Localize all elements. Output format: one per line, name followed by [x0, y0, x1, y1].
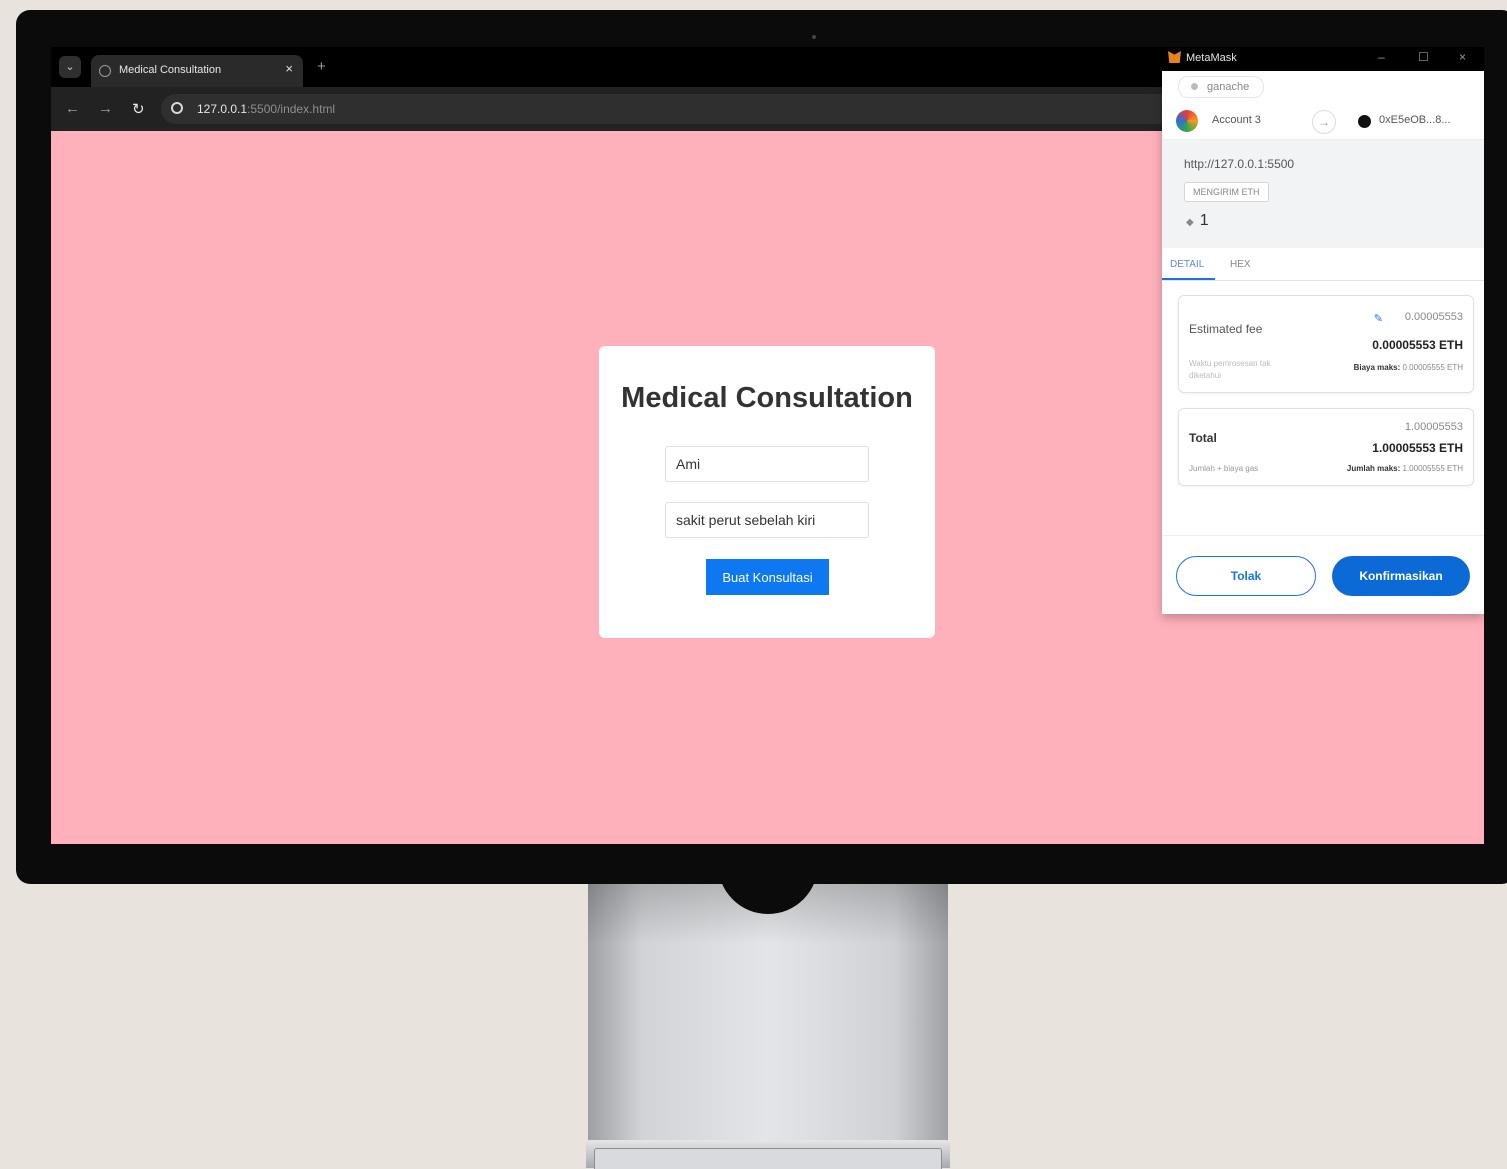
account-row: Account 3 → 0xE5eOB...8...: [1162, 103, 1484, 140]
fee-max: Biaya maks: 0.00005555 ETH: [1353, 363, 1463, 372]
patient-name-input[interactable]: [665, 446, 869, 482]
reject-button[interactable]: Tolak: [1176, 556, 1316, 596]
camera: [812, 35, 816, 39]
stand-base: [586, 1140, 950, 1169]
close-icon[interactable]: ×: [1459, 50, 1466, 64]
total-box: Total 1.00005553 1.00005553 ETH Jumlah +…: [1178, 408, 1474, 486]
create-consultation-button[interactable]: Buat Konsultasi: [706, 559, 829, 595]
recipient-avatar: [1358, 115, 1371, 128]
total-label: Total: [1189, 431, 1217, 445]
recipient-address[interactable]: 0xE5eOB...8...: [1379, 114, 1451, 126]
page-title: Medical Consultation: [621, 382, 913, 414]
account-name: Account 3: [1212, 114, 1261, 126]
maximize-icon[interactable]: ☐: [1418, 50, 1429, 64]
eth-diamond-icon: ◆: [1186, 217, 1194, 228]
total-explanation: Jumlah + biaya gas: [1189, 464, 1259, 473]
total-max: Jumlah maks: 1.00005555 ETH: [1346, 464, 1463, 473]
back-arrow-icon[interactable]: ←: [65, 100, 80, 117]
metamask-titlebar: MetaMask – ☐ ×: [1162, 47, 1484, 71]
url-text: 127.0.0.1:5500/index.html: [197, 102, 336, 116]
metamask-footer: Tolak Konfirmasikan: [1162, 535, 1484, 614]
tab-close-icon[interactable]: ×: [285, 61, 293, 76]
tab-title: Medical Consultation: [119, 64, 222, 76]
total-value-small: 1.00005553: [1404, 421, 1463, 433]
fee-value-eth: 0.00005553 ETH: [1372, 338, 1463, 352]
minimize-icon[interactable]: –: [1378, 50, 1385, 64]
total-value-eth: 1.00005553 ETH: [1372, 441, 1463, 455]
network-name: ganache: [1207, 81, 1250, 93]
reload-icon[interactable]: ↻: [132, 100, 145, 118]
screen: ⌄ Medical Consultation × + ← → ↻ 127.0.0…: [51, 47, 1484, 844]
tab-detail[interactable]: DETAIL: [1170, 259, 1204, 270]
fee-processing-time: Waktu pemrosesan tak diketahui: [1189, 359, 1271, 380]
detail-tabs: DETAIL HEX: [1162, 248, 1484, 281]
metamask-window-title: MetaMask: [1186, 52, 1237, 64]
network-dot-icon: [1191, 83, 1198, 90]
consultation-card: Medical Consultation Buat Konsultasi: [599, 346, 935, 638]
arrow-right-icon: →: [1312, 110, 1336, 134]
fee-label: Estimated fee: [1189, 322, 1263, 336]
symptom-input[interactable]: [665, 502, 869, 538]
address-bar[interactable]: 127.0.0.1:5500/index.html: [161, 94, 1201, 124]
estimated-fee-box: Estimated fee ✎ 0.00005553 0.00005553 ET…: [1178, 295, 1474, 393]
transaction-summary: http://127.0.0.1:5500 MENGIRIM ETH ◆ 1: [1162, 140, 1484, 248]
tab-favicon-icon: [99, 65, 111, 77]
network-pill[interactable]: ganache: [1178, 76, 1265, 98]
active-tab-indicator: [1162, 278, 1215, 280]
account-avatar: [1176, 110, 1198, 132]
metamask-popup: MetaMask – ☐ × ganache Account 3 → 0xE5e…: [1162, 47, 1484, 614]
tab-hex[interactable]: HEX: [1230, 259, 1251, 270]
forward-arrow-icon[interactable]: →: [98, 100, 113, 117]
metamask-fox-icon: [1168, 51, 1181, 63]
site-info-icon[interactable]: [171, 102, 183, 114]
monitor-stand: [588, 864, 948, 1144]
tab-search-chevron-icon[interactable]: ⌄: [59, 56, 81, 78]
edit-fee-pencil-icon[interactable]: ✎: [1374, 312, 1383, 325]
new-tab-plus-icon[interactable]: +: [317, 58, 326, 75]
browser-tab[interactable]: Medical Consultation ×: [91, 55, 303, 87]
confirm-button[interactable]: Konfirmasikan: [1332, 556, 1470, 596]
action-badge: MENGIRIM ETH: [1184, 182, 1269, 202]
fee-value-small[interactable]: 0.00005553: [1405, 311, 1463, 323]
request-origin: http://127.0.0.1:5500: [1184, 157, 1295, 171]
send-amount: ◆ 1: [1186, 212, 1209, 229]
